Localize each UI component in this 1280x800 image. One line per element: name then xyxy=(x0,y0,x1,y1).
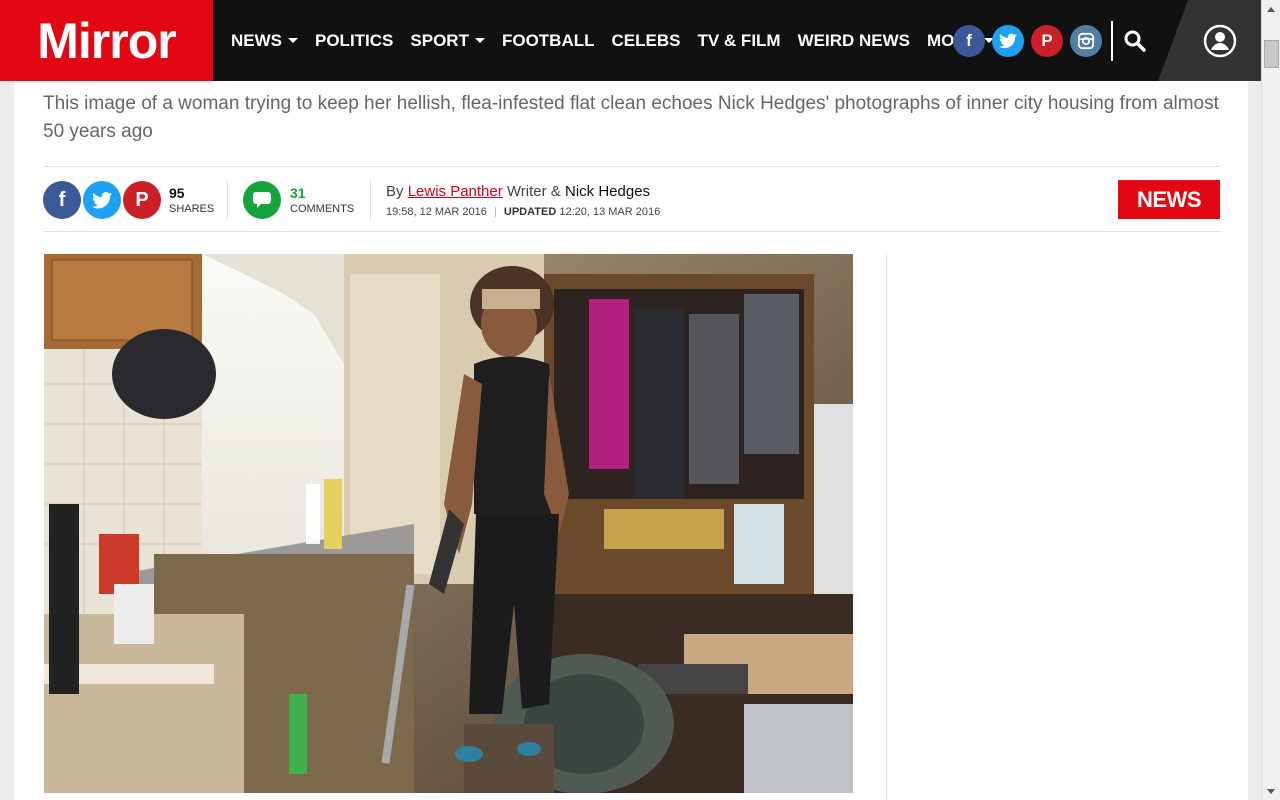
nav-item-celebs[interactable]: CELEBS xyxy=(612,31,681,51)
comment-count[interactable]: 31 COMMENTS xyxy=(290,185,354,215)
article-dates: 19:58, 12 MAR 2016 UPDATED 12:20, 13 MAR … xyxy=(386,206,660,218)
date-divider xyxy=(494,207,496,218)
second-author: Nick Hedges xyxy=(565,183,651,200)
nav-label: CELEBS xyxy=(611,30,681,50)
article-main-image[interactable] xyxy=(44,254,853,793)
facebook-icon[interactable]: f xyxy=(953,25,985,57)
share-count: 95 SHARES xyxy=(169,185,214,215)
twitter-icon[interactable] xyxy=(992,25,1024,57)
author-link[interactable]: Lewis Panther xyxy=(408,183,503,200)
chevron-down-icon xyxy=(288,38,298,43)
user-account-icon[interactable] xyxy=(1203,24,1237,58)
header-divider xyxy=(1111,21,1113,61)
nav-item-weird-news[interactable]: WEIRD NEWS xyxy=(798,31,910,51)
byline: By Lewis Panther Writer & Nick Hedges xyxy=(386,183,650,200)
nav-item-politics[interactable]: POLITICS xyxy=(315,31,393,51)
main-nav: NEWS POLITICS SPORT FOOTBALL CELEBS TV &… xyxy=(231,0,1011,81)
mirror-logo[interactable]: Mirror xyxy=(0,0,213,81)
share-pinterest-icon[interactable]: P xyxy=(123,181,161,219)
share-count-label: SHARES xyxy=(169,203,215,215)
meta-divider xyxy=(227,181,228,219)
header-social-links: f P xyxy=(953,25,1102,57)
search-icon[interactable] xyxy=(1124,30,1146,52)
share-facebook-icon[interactable]: f xyxy=(43,181,81,219)
nav-label: POLITICS xyxy=(315,30,394,50)
nav-item-football[interactable]: FOOTBALL xyxy=(502,31,595,51)
nav-label: SPORT xyxy=(410,30,469,50)
nav-label: TV & FILM xyxy=(697,30,781,50)
comment-bubble-icon xyxy=(253,192,271,208)
scroll-up-arrow-icon[interactable] xyxy=(1262,0,1280,18)
nav-item-sport[interactable]: SPORT xyxy=(410,31,485,51)
chevron-down-icon xyxy=(474,38,485,43)
article-content: This image of a woman trying to keep her… xyxy=(14,81,1248,800)
nav-label: NEWS xyxy=(231,30,282,50)
scrollbar-thumb[interactable] xyxy=(1264,40,1279,68)
meta-divider xyxy=(370,181,371,219)
author-role: Writer & xyxy=(506,183,561,200)
nav-label: WEIRD NEWS xyxy=(797,30,910,50)
comments-button[interactable] xyxy=(243,181,281,219)
article-standfirst: This image of a woman trying to keep her… xyxy=(43,93,1219,142)
comment-count-label: COMMENTS xyxy=(290,203,355,215)
section-badge[interactable]: NEWS xyxy=(1118,180,1220,219)
nav-item-tv-film[interactable]: TV & FILM xyxy=(697,31,780,51)
scroll-down-arrow-icon[interactable] xyxy=(1262,782,1280,800)
nav-item-news[interactable]: NEWS xyxy=(231,31,298,51)
share-count-number: 95 xyxy=(169,185,185,201)
article-meta-bar: f P 95 SHARES 31 COMMENTS By Lewis Panth… xyxy=(43,166,1220,232)
page-scrollbar[interactable] xyxy=(1261,0,1280,800)
updated-label: UPDATED xyxy=(503,206,557,218)
sidebar-divider xyxy=(886,254,887,800)
share-twitter-icon[interactable] xyxy=(83,181,121,219)
site-header: Mirror NEWS POLITICS SPORT FOOTBALL CELE… xyxy=(0,0,1262,81)
comment-count-number: 31 xyxy=(290,185,306,201)
share-buttons: f P xyxy=(43,181,161,219)
nav-label: FOOTBALL xyxy=(501,30,595,50)
logo-text: Mirror xyxy=(37,12,176,69)
pinterest-icon[interactable]: P xyxy=(1031,25,1063,57)
published-time: 19:58, 12 MAR 2016 xyxy=(386,206,487,218)
kitchen-scene-image xyxy=(44,254,853,793)
updated-time: 12:20, 13 MAR 2016 xyxy=(559,206,661,218)
byline-prefix: By xyxy=(386,183,404,200)
instagram-icon[interactable] xyxy=(1070,25,1102,57)
